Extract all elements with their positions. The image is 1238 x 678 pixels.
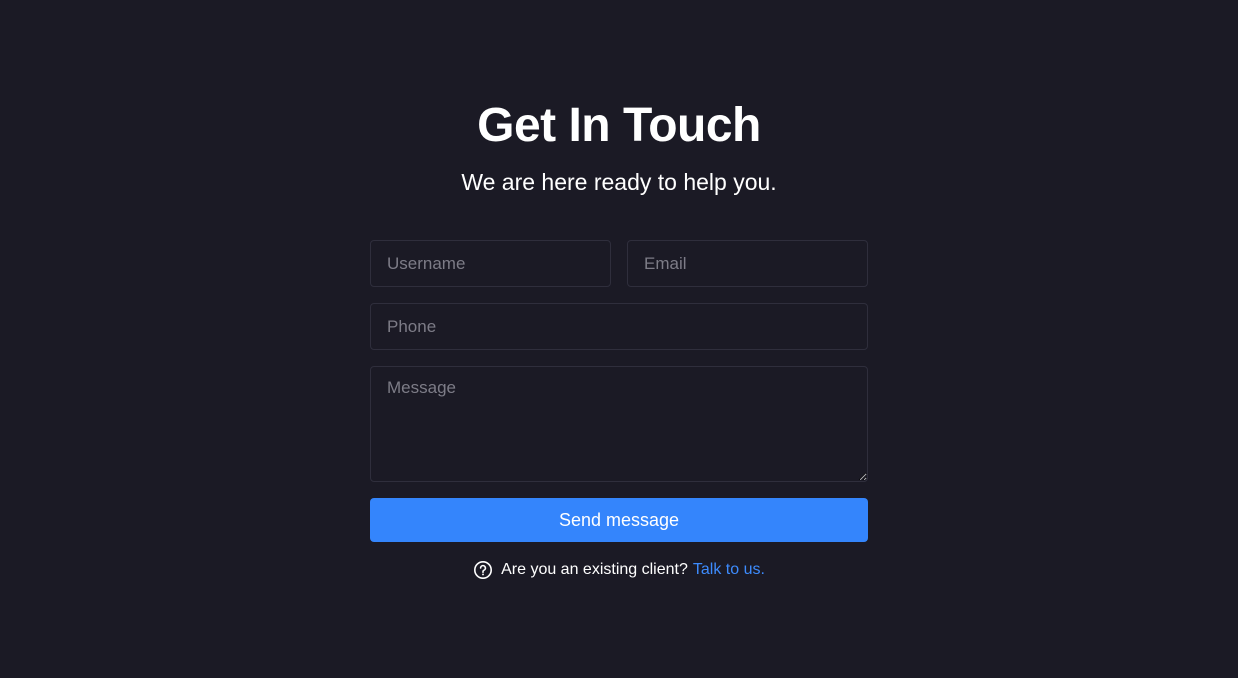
email-input[interactable] xyxy=(627,240,868,287)
send-message-button[interactable]: Send message xyxy=(370,498,868,542)
contact-page: Get In Touch We are here ready to help y… xyxy=(0,0,1238,678)
existing-client-prompt: Are you an existing client? Talk to us. xyxy=(0,558,1238,582)
page-title: Get In Touch xyxy=(477,99,761,152)
username-input[interactable] xyxy=(370,240,611,287)
question-circle-icon xyxy=(473,560,493,580)
existing-client-text: Are you an existing client? xyxy=(501,561,688,578)
phone-input[interactable] xyxy=(370,303,868,350)
message-textarea[interactable] xyxy=(370,366,868,482)
talk-to-us-link[interactable]: Talk to us. xyxy=(693,561,765,579)
page-subtitle: We are here ready to help you. xyxy=(461,169,777,195)
